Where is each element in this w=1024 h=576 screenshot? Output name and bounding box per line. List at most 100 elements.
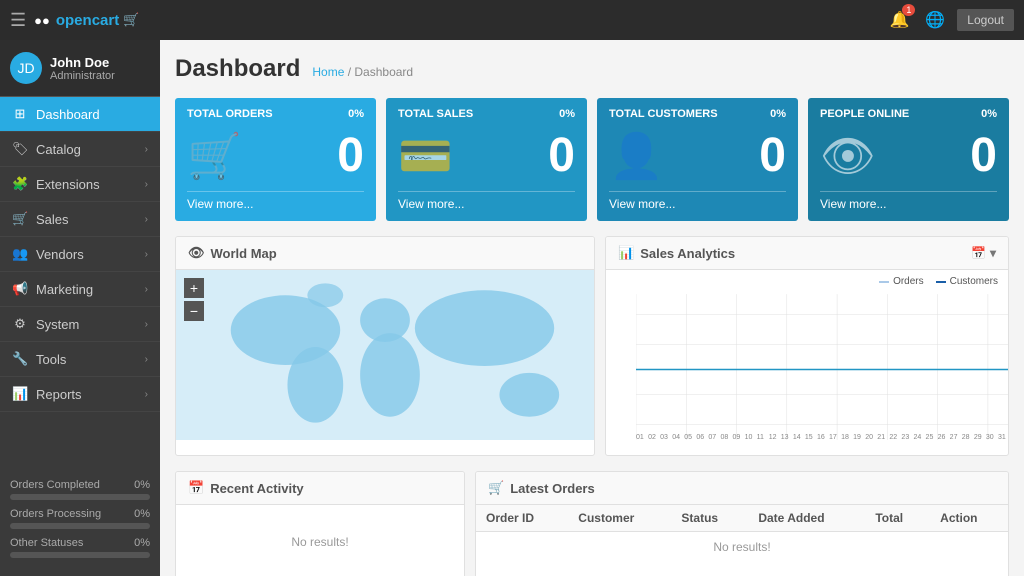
sidebar-item-tools[interactable]: 🔧 Tools ›	[0, 342, 160, 377]
col-action: Action	[930, 505, 1008, 532]
notification-bell-icon[interactable]: 🔔1	[885, 6, 913, 34]
stat-value: 0	[970, 128, 997, 183]
main-content: Dashboard Home / Dashboard TOTAL ORDERS …	[160, 40, 1024, 576]
svg-text:25: 25	[926, 434, 934, 441]
calendar-icon: 📅	[188, 480, 204, 496]
map-controls: + −	[184, 278, 204, 321]
svg-text:14: 14	[793, 434, 801, 441]
sidebar-item-label: Dashboard	[36, 107, 100, 122]
map-container: + −	[176, 270, 594, 440]
svg-text:30: 30	[986, 434, 994, 441]
status-label: Other Statuses	[10, 537, 83, 549]
svg-text:21: 21	[877, 434, 885, 441]
logo-text: opencart	[56, 12, 119, 29]
page-header: Dashboard Home / Dashboard	[175, 55, 1009, 83]
page-title: Dashboard	[175, 55, 300, 83]
topbar-logo: ●● opencart 🛒	[34, 12, 139, 29]
legend-orders: Orders	[879, 276, 924, 287]
no-results-text: No results!	[476, 532, 1008, 563]
stat-percent: 0%	[348, 108, 364, 120]
svg-text:31: 31	[998, 434, 1006, 441]
sidebar-item-dashboard[interactable]: ⊞ Dashboard	[0, 97, 160, 132]
stat-card-customers: TOTAL CUSTOMERS 0% 👤 0 View more...	[597, 98, 798, 221]
world-map-header: 👁 World Map	[176, 237, 594, 270]
logout-button[interactable]: Logout	[957, 9, 1014, 31]
orders-icon: 🛒	[488, 480, 504, 496]
analytics-header: 📊 Sales Analytics 📅 ▾	[606, 237, 1008, 270]
svg-text:01: 01	[636, 434, 644, 441]
chevron-right-icon: ›	[145, 389, 148, 400]
svg-text:10: 10	[745, 434, 753, 441]
marketing-icon: 📢	[12, 281, 28, 297]
chevron-right-icon: ›	[145, 179, 148, 190]
stat-title: TOTAL SALES	[398, 108, 473, 120]
sidebar-item-reports[interactable]: 📊 Reports ›	[0, 377, 160, 412]
breadcrumb-home[interactable]: Home	[312, 65, 344, 79]
status-label: Orders Processing	[10, 508, 101, 520]
sidebar-item-system[interactable]: ⚙ System ›	[0, 307, 160, 342]
sidebar-item-marketing[interactable]: 📢 Marketing ›	[0, 272, 160, 307]
reports-icon: 📊	[12, 386, 28, 402]
sidebar-item-label: Sales	[36, 212, 69, 227]
stat-percent: 0%	[981, 108, 997, 120]
dashboard-icon: ⊞	[12, 106, 28, 122]
analytics-chart: 1.0 0.5 0.0 -0.5 -1.0 01 02 03 04 05 06	[636, 292, 1008, 447]
sidebar-item-vendors[interactable]: 👥 Vendors ›	[0, 237, 160, 272]
status-bar-completed: Orders Completed 0%	[10, 479, 150, 500]
world-map-svg	[176, 270, 594, 440]
view-more-link[interactable]: View more...	[820, 191, 997, 211]
recent-activity-body: No results!	[176, 505, 464, 576]
view-more-link[interactable]: View more...	[187, 191, 364, 211]
sidebar-item-extensions[interactable]: 🧩 Extensions ›	[0, 167, 160, 202]
cart-icon: 🛒	[187, 130, 242, 182]
stat-percent: 0%	[770, 108, 786, 120]
hamburger-icon[interactable]: ☰	[10, 10, 26, 31]
status-percent: 0%	[134, 479, 150, 491]
sidebar-item-label: Catalog	[36, 142, 81, 157]
chevron-right-icon: ›	[145, 249, 148, 260]
user-icon: 👤	[609, 130, 664, 182]
recent-activity-header: 📅 Recent Activity	[176, 472, 464, 505]
chart-area: 1.0 0.5 0.0 -0.5 -1.0 01 02 03 04 05 06	[606, 287, 1008, 452]
customers-legend-dot	[936, 281, 946, 283]
status-percent: 0%	[134, 537, 150, 549]
chart-legend: Orders Customers	[606, 270, 1008, 287]
sidebar-item-sales[interactable]: 🛒 Sales ›	[0, 202, 160, 237]
user-name: John Doe	[50, 55, 115, 70]
svg-text:15: 15	[805, 434, 813, 441]
sidebar-nav: ⊞ Dashboard 🏷 Catalog › 🧩 Extensions ›	[0, 97, 160, 469]
view-more-link[interactable]: View more...	[609, 191, 786, 211]
svg-text:06: 06	[696, 434, 704, 441]
chevron-right-icon: ›	[145, 144, 148, 155]
col-order-id: Order ID	[476, 505, 568, 532]
status-track	[10, 552, 150, 558]
legend-customers: Customers	[936, 276, 998, 287]
sidebar-user: JD John Doe Administrator	[0, 40, 160, 97]
globe-icon[interactable]: 🌐	[921, 6, 949, 34]
svg-text:12: 12	[769, 434, 777, 441]
sidebar-item-label: Tools	[36, 352, 66, 367]
sales-icon: 🛒	[12, 211, 28, 227]
svg-text:28: 28	[962, 434, 970, 441]
main-layout: JD John Doe Administrator ⊞ Dashboard 🏷 …	[0, 40, 1024, 576]
notification-badge: 1	[902, 4, 915, 16]
orders-table: Order ID Customer Status Date Added Tota…	[476, 505, 1008, 562]
world-map-panel: 👁 World Map + −	[175, 236, 595, 456]
middle-panels: 👁 World Map + −	[175, 236, 1009, 456]
chevron-down-icon: ▾	[990, 246, 996, 260]
svg-text:11: 11	[757, 434, 764, 441]
stat-card-sales: TOTAL SALES 0% 💳 0 View more...	[386, 98, 587, 221]
svg-text:04: 04	[672, 434, 680, 441]
date-picker-button[interactable]: 📅 ▾	[971, 246, 996, 260]
zoom-out-button[interactable]: −	[184, 301, 204, 321]
eye-icon: 👁	[820, 130, 876, 182]
bottom-panels: 📅 Recent Activity No results! 🛒 Latest O…	[175, 471, 1009, 576]
stat-value: 0	[548, 128, 575, 183]
view-more-link[interactable]: View more...	[398, 191, 575, 211]
zoom-in-button[interactable]: +	[184, 278, 204, 298]
sidebar-item-label: System	[36, 317, 79, 332]
sidebar-item-catalog[interactable]: 🏷 Catalog ›	[0, 132, 160, 167]
svg-text:18: 18	[841, 434, 849, 441]
sidebar: JD John Doe Administrator ⊞ Dashboard 🏷 …	[0, 40, 160, 576]
chevron-right-icon: ›	[145, 319, 148, 330]
